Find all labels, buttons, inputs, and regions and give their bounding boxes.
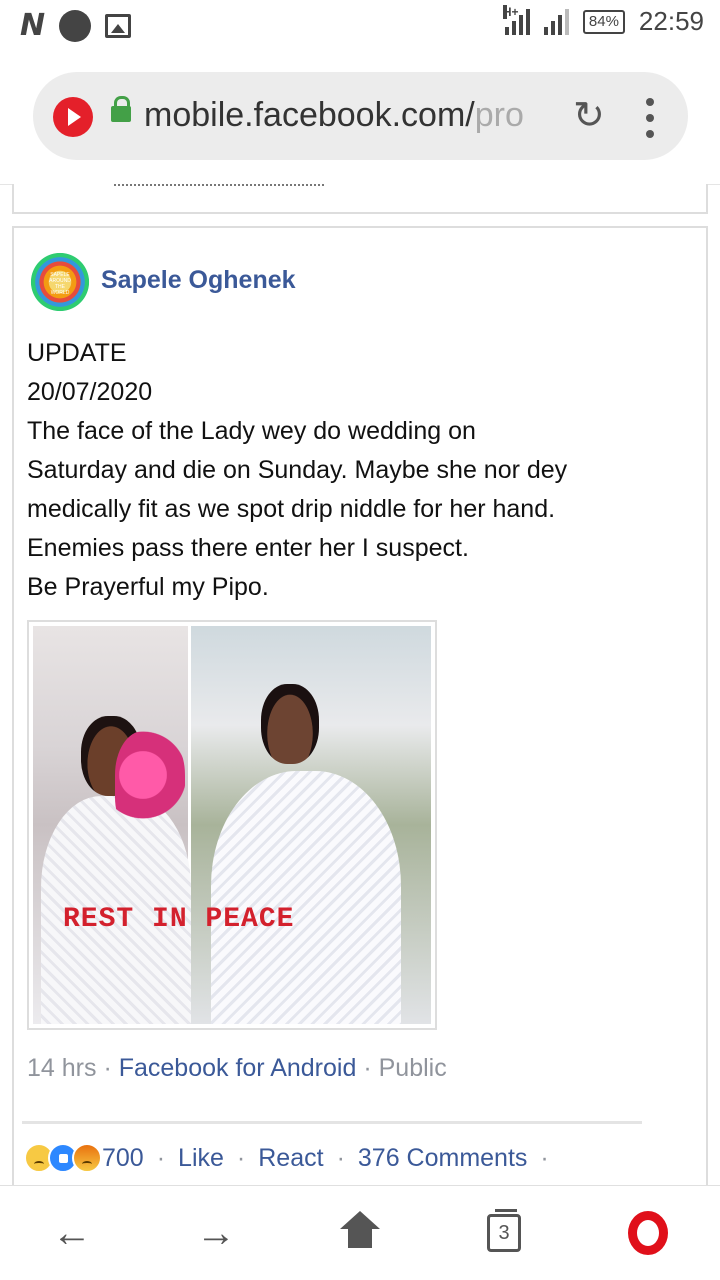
reaction-separator: ·	[540, 1143, 549, 1172]
status-bar: N H+ 84% 22:59	[0, 0, 720, 50]
flower-bouquet	[115, 731, 185, 841]
post-line: medically fit as we spot drip niddle for…	[27, 495, 556, 523]
react-button[interactable]: React	[258, 1144, 323, 1173]
post-line: Be Prayerful my Pipo.	[27, 573, 269, 601]
more-vert-icon[interactable]	[645, 98, 655, 138]
browser-bottom-nav: ← → 3	[0, 1185, 720, 1280]
lock-icon	[111, 96, 131, 122]
photo-collage: REST IN PEACE	[33, 626, 431, 1024]
address-bar[interactable]: mobile.facebook.com/pro ↻	[33, 72, 688, 160]
home-icon[interactable]	[332, 1208, 388, 1258]
post-photo[interactable]: REST IN PEACE	[27, 620, 437, 1030]
post-text: UPDATE 20/07/2020 The face of the Lady w…	[27, 334, 697, 607]
url-path: pro	[474, 96, 524, 134]
signal-hplus-icon: H+	[502, 4, 530, 35]
reaction-separator: ·	[336, 1143, 345, 1172]
previous-post-card	[12, 184, 708, 214]
photo-right-panel	[191, 626, 431, 1024]
reaction-separator: ·	[236, 1143, 246, 1172]
signal-label: H+	[502, 4, 519, 19]
reaction-bar: 700 · Like · React · 376 Comments ·	[24, 1143, 562, 1173]
avatar[interactable]: SAPELE AROUND THE WORLD	[30, 252, 90, 312]
signal-bars-icon	[543, 8, 569, 35]
comments-link[interactable]: 376 Comments	[358, 1144, 528, 1173]
reload-icon[interactable]: ↻	[573, 96, 605, 136]
tabs-count: 3	[487, 1209, 521, 1252]
post-author[interactable]: Sapele Oghenek	[101, 266, 296, 295]
angry-reaction-icon	[72, 1143, 102, 1173]
opera-menu-icon[interactable]	[620, 1208, 676, 1258]
post-line: Saturday and die on Sunday. Maybe she no…	[27, 456, 568, 484]
reaction-icons[interactable]	[24, 1143, 102, 1173]
back-icon[interactable]: ←	[44, 1208, 100, 1258]
photo-left-panel	[33, 626, 191, 1024]
avatar-logo-text: SAPELE AROUND THE WORLD	[49, 272, 71, 296]
post-privacy: Public	[378, 1054, 447, 1082]
clock: 22:59	[638, 6, 704, 36]
image-icon	[105, 13, 132, 38]
battery-indicator: 84%	[582, 9, 625, 34]
photo-caption: REST IN PEACE	[63, 904, 295, 935]
forward-icon[interactable]: →	[188, 1208, 244, 1258]
bride-head-right	[261, 684, 319, 764]
post-line: 20/07/2020	[27, 378, 153, 406]
play-icon[interactable]	[53, 97, 93, 137]
post-time[interactable]: 14 hrs	[27, 1054, 96, 1082]
url-host: mobile.facebook.com/	[144, 96, 475, 134]
meta-separator: ·	[363, 1054, 372, 1082]
reaction-separator: ·	[156, 1143, 166, 1172]
tabs-button[interactable]: 3	[476, 1208, 532, 1258]
post-line: Enemies pass there enter her I suspect.	[27, 534, 469, 562]
post-card: SAPELE AROUND THE WORLD Sapele Oghenek U…	[12, 226, 708, 1206]
post-line: UPDATE	[27, 339, 127, 367]
meta-separator: ·	[103, 1054, 112, 1082]
like-button[interactable]: Like	[178, 1144, 224, 1173]
previous-post-remnant	[114, 178, 324, 186]
browser-toolbar: mobile.facebook.com/pro ↻	[0, 50, 720, 185]
divider	[22, 1121, 642, 1124]
reaction-count[interactable]: 700	[102, 1144, 144, 1173]
post-line: The face of the Lady wey do wedding on	[27, 417, 476, 445]
post-meta: 14 hrs · Facebook for Android · Public	[27, 1054, 447, 1083]
bride-dress-right	[211, 771, 401, 1024]
notification-dot-icon	[59, 9, 92, 42]
url-text[interactable]: mobile.facebook.com/pro	[144, 96, 554, 135]
n-icon: N	[20, 8, 46, 43]
post-source-link[interactable]: Facebook for Android	[119, 1054, 357, 1082]
